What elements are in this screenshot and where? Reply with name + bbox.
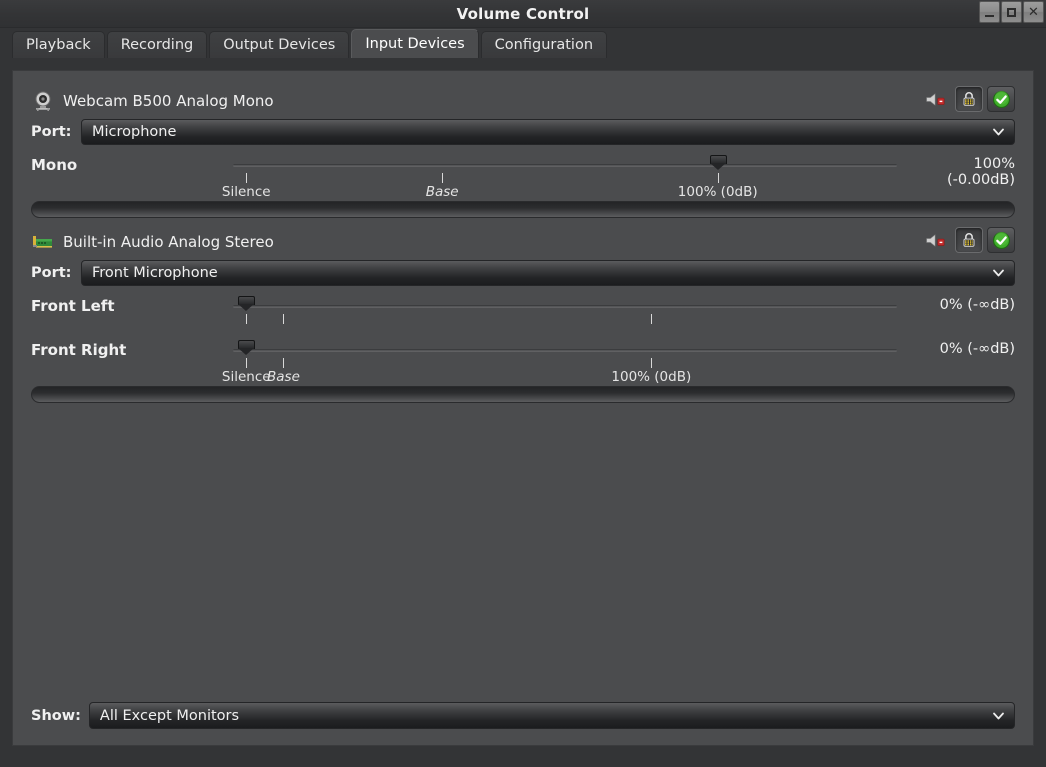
channel-label: Front Left xyxy=(31,297,115,315)
channel-label: Front Right xyxy=(31,341,127,359)
port-label: Port: xyxy=(31,265,72,281)
device-actions xyxy=(922,86,1015,112)
show-filter-select[interactable]: All Except Monitors xyxy=(88,702,1015,729)
tab-label: Configuration xyxy=(494,37,594,53)
peak-level-meter xyxy=(31,201,1015,218)
device-actions xyxy=(922,227,1015,253)
tab-label: Playback xyxy=(26,37,91,53)
maximize-icon xyxy=(1007,7,1016,17)
slider-tick-label: Silence xyxy=(221,369,271,385)
device-header: Built-in Audio Analog Stereo xyxy=(31,226,1015,258)
device-list: Webcam B500 Analog Mono Port: Microphone … xyxy=(13,71,1033,745)
port-label: Port: xyxy=(31,124,72,140)
slider-tick-label: Silence xyxy=(221,184,271,200)
tab-playback[interactable]: Playback xyxy=(12,31,105,58)
device-header: Webcam B500 Analog Mono xyxy=(31,85,1015,117)
close-button[interactable]: ✕ xyxy=(1023,1,1044,23)
device-name: Built-in Audio Analog Stereo xyxy=(63,233,274,251)
tab-output-devices[interactable]: Output Devices xyxy=(209,31,350,58)
slider-tick xyxy=(651,314,653,324)
close-icon: ✕ xyxy=(1028,4,1039,20)
mute-toggle[interactable] xyxy=(922,228,948,252)
slider-tick xyxy=(246,314,248,324)
content-panel: Webcam B500 Analog Mono Port: Microphone … xyxy=(12,70,1034,746)
volume-control-window: Volume Control ✕ Playback Recording Output… xyxy=(0,0,1046,767)
peak-level-meter xyxy=(31,386,1015,403)
slider-tick-label: Base xyxy=(267,369,300,385)
slider-tick xyxy=(246,358,248,368)
slider-track xyxy=(233,349,897,352)
slider-tick xyxy=(283,314,285,324)
slider-tick xyxy=(442,173,444,183)
port-select[interactable]: Front Microphone xyxy=(81,260,1015,286)
tab-recording[interactable]: Recording xyxy=(106,31,208,58)
slider-tick-label: 100% (0dB) xyxy=(677,184,758,200)
tab-label: Output Devices xyxy=(223,37,336,53)
volume-value: 0% (-∞dB) xyxy=(939,297,1015,313)
port-value: Microphone xyxy=(92,124,177,140)
tab-configuration[interactable]: Configuration xyxy=(480,31,608,58)
channel-label: Mono xyxy=(31,156,78,174)
slider-track xyxy=(233,164,897,167)
soundcard-icon xyxy=(31,231,55,253)
window-controls: ✕ xyxy=(979,1,1044,23)
speaker-muted-icon xyxy=(926,233,945,247)
set-as-default-button[interactable] xyxy=(987,227,1015,253)
device-block: Built-in Audio Analog Stereo Port: Front … xyxy=(31,226,1015,403)
device-name: Webcam B500 Analog Mono xyxy=(63,92,274,110)
channel-row: Mono Silence Base 100% (0dB) 100% (-0.00dB) xyxy=(31,151,1015,200)
green-check-icon xyxy=(992,231,1010,249)
title-bar: Volume Control ✕ xyxy=(0,0,1046,28)
webcam-icon xyxy=(35,91,51,111)
slider-track xyxy=(233,305,897,308)
volume-value: 0% (-∞dB) xyxy=(939,341,1015,357)
port-value: Front Microphone xyxy=(92,265,218,281)
show-filter-row: Show: All Except Monitors xyxy=(31,702,1015,729)
webcam-icon xyxy=(31,90,55,112)
slider-tick xyxy=(283,358,285,368)
slider-handle[interactable] xyxy=(238,296,256,311)
port-select[interactable]: Microphone xyxy=(81,119,1015,145)
minimize-button[interactable] xyxy=(979,1,1000,23)
volume-slider[interactable]: Silence Base 100% (0dB) 100% (-0.00dB) xyxy=(191,151,1015,200)
tab-input-devices[interactable]: Input Devices xyxy=(351,29,479,58)
volume-slider[interactable]: 0% (-∞dB) xyxy=(191,292,1015,336)
port-row: Port: Microphone xyxy=(31,119,1015,145)
tab-label: Input Devices xyxy=(365,36,465,52)
lock-channels-button[interactable] xyxy=(955,86,983,112)
slider-handle[interactable] xyxy=(238,340,256,355)
slider-tick xyxy=(717,173,719,183)
slider-handle[interactable] xyxy=(709,155,727,170)
maximize-button[interactable] xyxy=(1001,1,1022,23)
slider-tick xyxy=(246,173,248,183)
slider-tick xyxy=(651,358,653,368)
port-row: Port: Front Microphone xyxy=(31,260,1015,286)
chevron-down-icon xyxy=(993,712,1004,719)
speaker-muted-icon xyxy=(926,92,945,106)
volume-value: 100% (-0.00dB) xyxy=(947,156,1015,188)
tab-label: Recording xyxy=(120,37,194,53)
tab-bar: Playback Recording Output Devices Input Dev… xyxy=(0,28,1046,58)
volume-slider[interactable]: Silence Base 100% (0dB) 0% (-∞dB) xyxy=(191,336,1015,385)
soundcard-icon xyxy=(33,236,52,248)
chevron-down-icon xyxy=(993,128,1004,136)
show-label: Show: xyxy=(31,707,81,724)
lock-channels-button[interactable] xyxy=(955,227,983,253)
window-title: Volume Control xyxy=(456,4,590,23)
show-filter-value: All Except Monitors xyxy=(99,707,240,724)
slider-tick-label: Base xyxy=(425,184,459,200)
slider-tick-label: 100% (0dB) xyxy=(611,369,692,385)
mute-toggle[interactable] xyxy=(922,87,948,111)
device-block: Webcam B500 Analog Mono Port: Microphone … xyxy=(31,85,1015,218)
green-check-icon xyxy=(992,90,1010,108)
channel-row: Front Right Silence Base 100% (0dB) 0% (-∞dB… xyxy=(31,336,1015,385)
lock-icon xyxy=(963,92,975,106)
set-as-default-button[interactable] xyxy=(987,86,1015,112)
channel-row: Front Left 0% (-∞dB) xyxy=(31,292,1015,336)
lock-icon xyxy=(963,233,975,247)
minimize-icon xyxy=(985,14,994,17)
chevron-down-icon xyxy=(993,269,1004,277)
